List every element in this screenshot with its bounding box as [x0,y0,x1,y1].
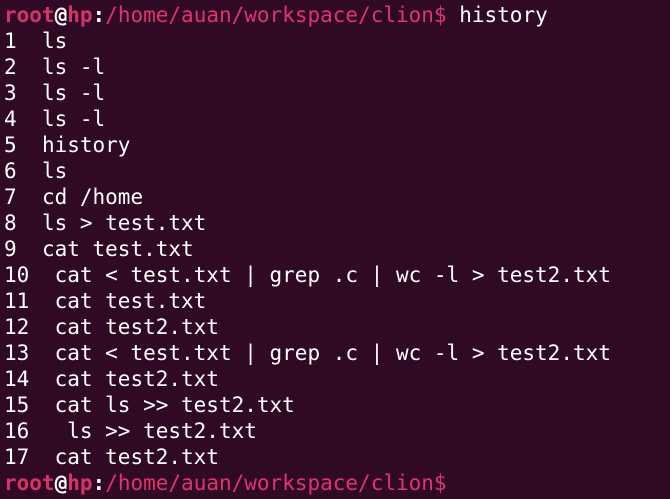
history-command: ls [41,159,68,183]
history-separator [29,289,54,313]
history-separator [29,393,54,417]
history-separator [17,133,42,157]
history-separator [29,315,54,339]
history-number: 1 [4,29,17,53]
terminal-window[interactable]: root@hp:/home/auan/workspace/clion$ hist… [0,0,670,499]
history-command: ls -l [41,55,106,79]
history-entry: 13 cat < test.txt | grep .c | wc -l > te… [4,340,670,366]
prompt-at: @ [54,471,68,495]
history-number: 15 [4,393,30,417]
history-entry: 1 ls [4,28,670,54]
prompt-colon: : [92,471,106,495]
history-command: cat test2.txt [54,315,219,339]
history-separator [17,81,42,105]
history-command: cat < test.txt | grep .c | wc -l > test2… [54,341,611,365]
prompt-path: /home/auan/workspace/clion [105,471,434,495]
history-command: ls -l [41,81,106,105]
history-number: 9 [4,237,17,261]
prompt-symbol: $ [433,471,447,495]
history-command: cat test2.txt [54,367,219,391]
entered-command: history [459,3,548,27]
history-separator [17,159,42,183]
history-entry: 2 ls -l [4,54,670,80]
prompt-host: hp [67,3,93,27]
history-number: 8 [4,211,17,235]
history-command: history [41,133,131,157]
history-command: ls -l [41,107,106,131]
history-command: cat test.txt [54,289,207,313]
history-output: 1 ls 2 ls -l 3 ls -l 4 ls -l 5 history 6 ls 7 … [4,28,670,470]
prompt-symbol: $ [433,3,447,27]
history-number: 7 [4,185,17,209]
prompt-line-2[interactable]: root@hp:/home/auan/workspace/clion$ [4,470,670,496]
history-command: cat < test.txt | grep .c | wc -l > test2… [54,263,611,287]
history-number: 12 [4,315,30,339]
history-entry: 7 cd /home [4,184,670,210]
history-number: 3 [4,81,17,105]
history-command: ls > test.txt [41,211,207,235]
history-separator [17,107,42,131]
history-entry: 8 ls > test.txt [4,210,670,236]
history-entry: 10 cat < test.txt | grep .c | wc -l > te… [4,262,670,288]
history-number: 16 [4,419,30,443]
history-separator [17,185,42,209]
history-command: cat test2.txt [54,445,219,469]
prompt-host: hp [67,471,93,495]
history-separator [17,211,42,235]
prompt-colon: : [92,3,106,27]
history-command: ls [41,29,68,53]
history-entry: 3 ls -l [4,80,670,106]
history-entry: 17 cat test2.txt [4,444,670,470]
prompt-user: root [4,471,55,495]
history-command: cat test.txt [41,237,194,261]
history-entry: 11 cat test.txt [4,288,670,314]
prompt-at: @ [54,3,68,27]
history-separator [29,445,54,469]
history-number: 2 [4,55,17,79]
history-entry: 14 cat test2.txt [4,366,670,392]
history-command: ls >> test2.txt [67,419,257,443]
history-entry: 12 cat test2.txt [4,314,670,340]
history-separator [29,263,54,287]
history-number: 4 [4,107,17,131]
history-entry: 16 ls >> test2.txt [4,418,670,444]
history-entry: 5 history [4,132,670,158]
history-command: cd /home [41,185,144,209]
history-entry: 6 ls [4,158,670,184]
history-separator [29,419,67,443]
history-entry: 9 cat test.txt [4,236,670,262]
history-separator [17,29,42,53]
history-number: 11 [4,289,30,313]
history-entry: 15 cat ls >> test2.txt [4,392,670,418]
history-number: 6 [4,159,17,183]
history-number: 10 [4,263,30,287]
prompt-user: root [4,3,55,27]
history-number: 13 [4,341,30,365]
history-separator [17,55,42,79]
prompt-line-1: root@hp:/home/auan/workspace/clion$ hist… [4,2,670,28]
history-separator [29,341,54,365]
history-number: 5 [4,133,17,157]
prompt-path: /home/auan/workspace/clion [105,3,434,27]
history-separator [17,237,42,261]
history-command: cat ls >> test2.txt [54,393,295,417]
history-separator [29,367,54,391]
history-number: 14 [4,367,30,391]
history-entry: 4 ls -l [4,106,670,132]
history-number: 17 [4,445,30,469]
